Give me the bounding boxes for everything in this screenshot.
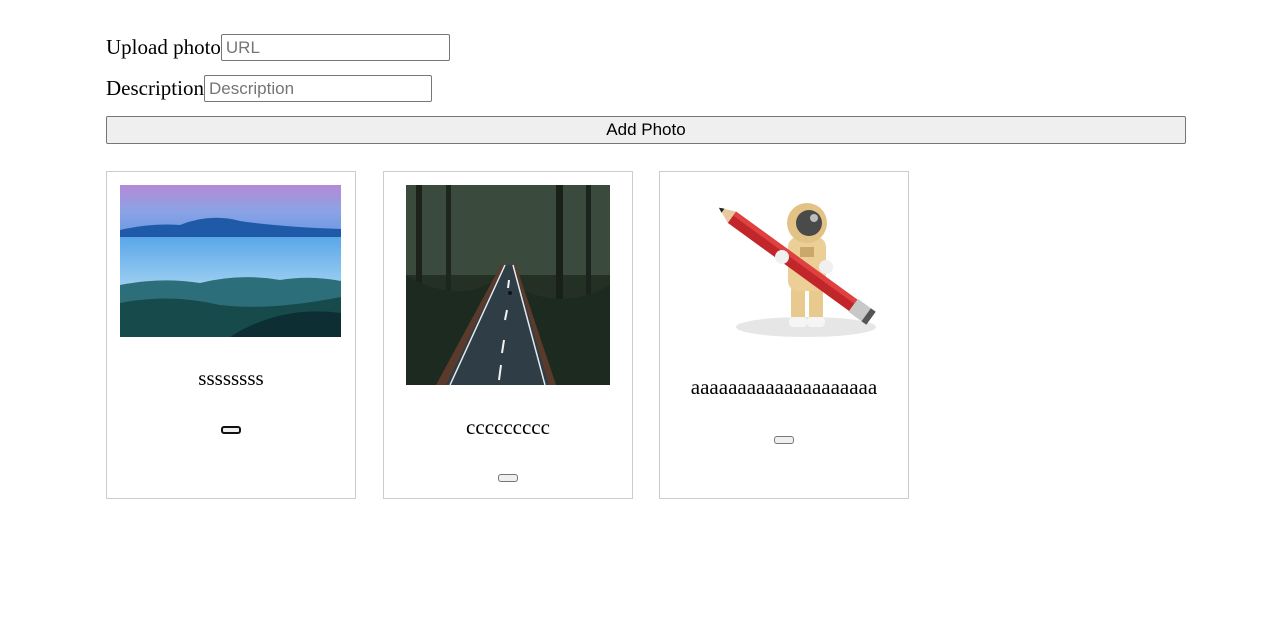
description-row: Description bbox=[106, 75, 432, 102]
photo-card: ssssssss bbox=[106, 171, 356, 499]
photo-description: aaaaaaaaaaaaaaaaaaaa bbox=[690, 375, 878, 399]
photo-card: ccccccccc bbox=[383, 171, 633, 499]
add-photo-button[interactable]: Add Photo bbox=[106, 116, 1186, 144]
delete-photo-button[interactable] bbox=[221, 426, 241, 434]
url-row: Upload photo bbox=[106, 34, 450, 61]
delete-photo-button[interactable] bbox=[774, 436, 794, 444]
photo-description: ssssssss bbox=[198, 366, 264, 390]
url-label: Upload photo bbox=[106, 35, 221, 59]
photo-image bbox=[120, 185, 341, 337]
url-input[interactable] bbox=[220, 34, 450, 61]
delete-photo-button[interactable] bbox=[498, 474, 518, 482]
description-label: Description bbox=[106, 76, 204, 100]
photo-image bbox=[696, 185, 896, 347]
description-input[interactable] bbox=[203, 75, 432, 102]
photo-image bbox=[406, 185, 610, 385]
photo-description: ccccccccc bbox=[466, 415, 550, 439]
photo-card: aaaaaaaaaaaaaaaaaaaa bbox=[659, 171, 909, 499]
